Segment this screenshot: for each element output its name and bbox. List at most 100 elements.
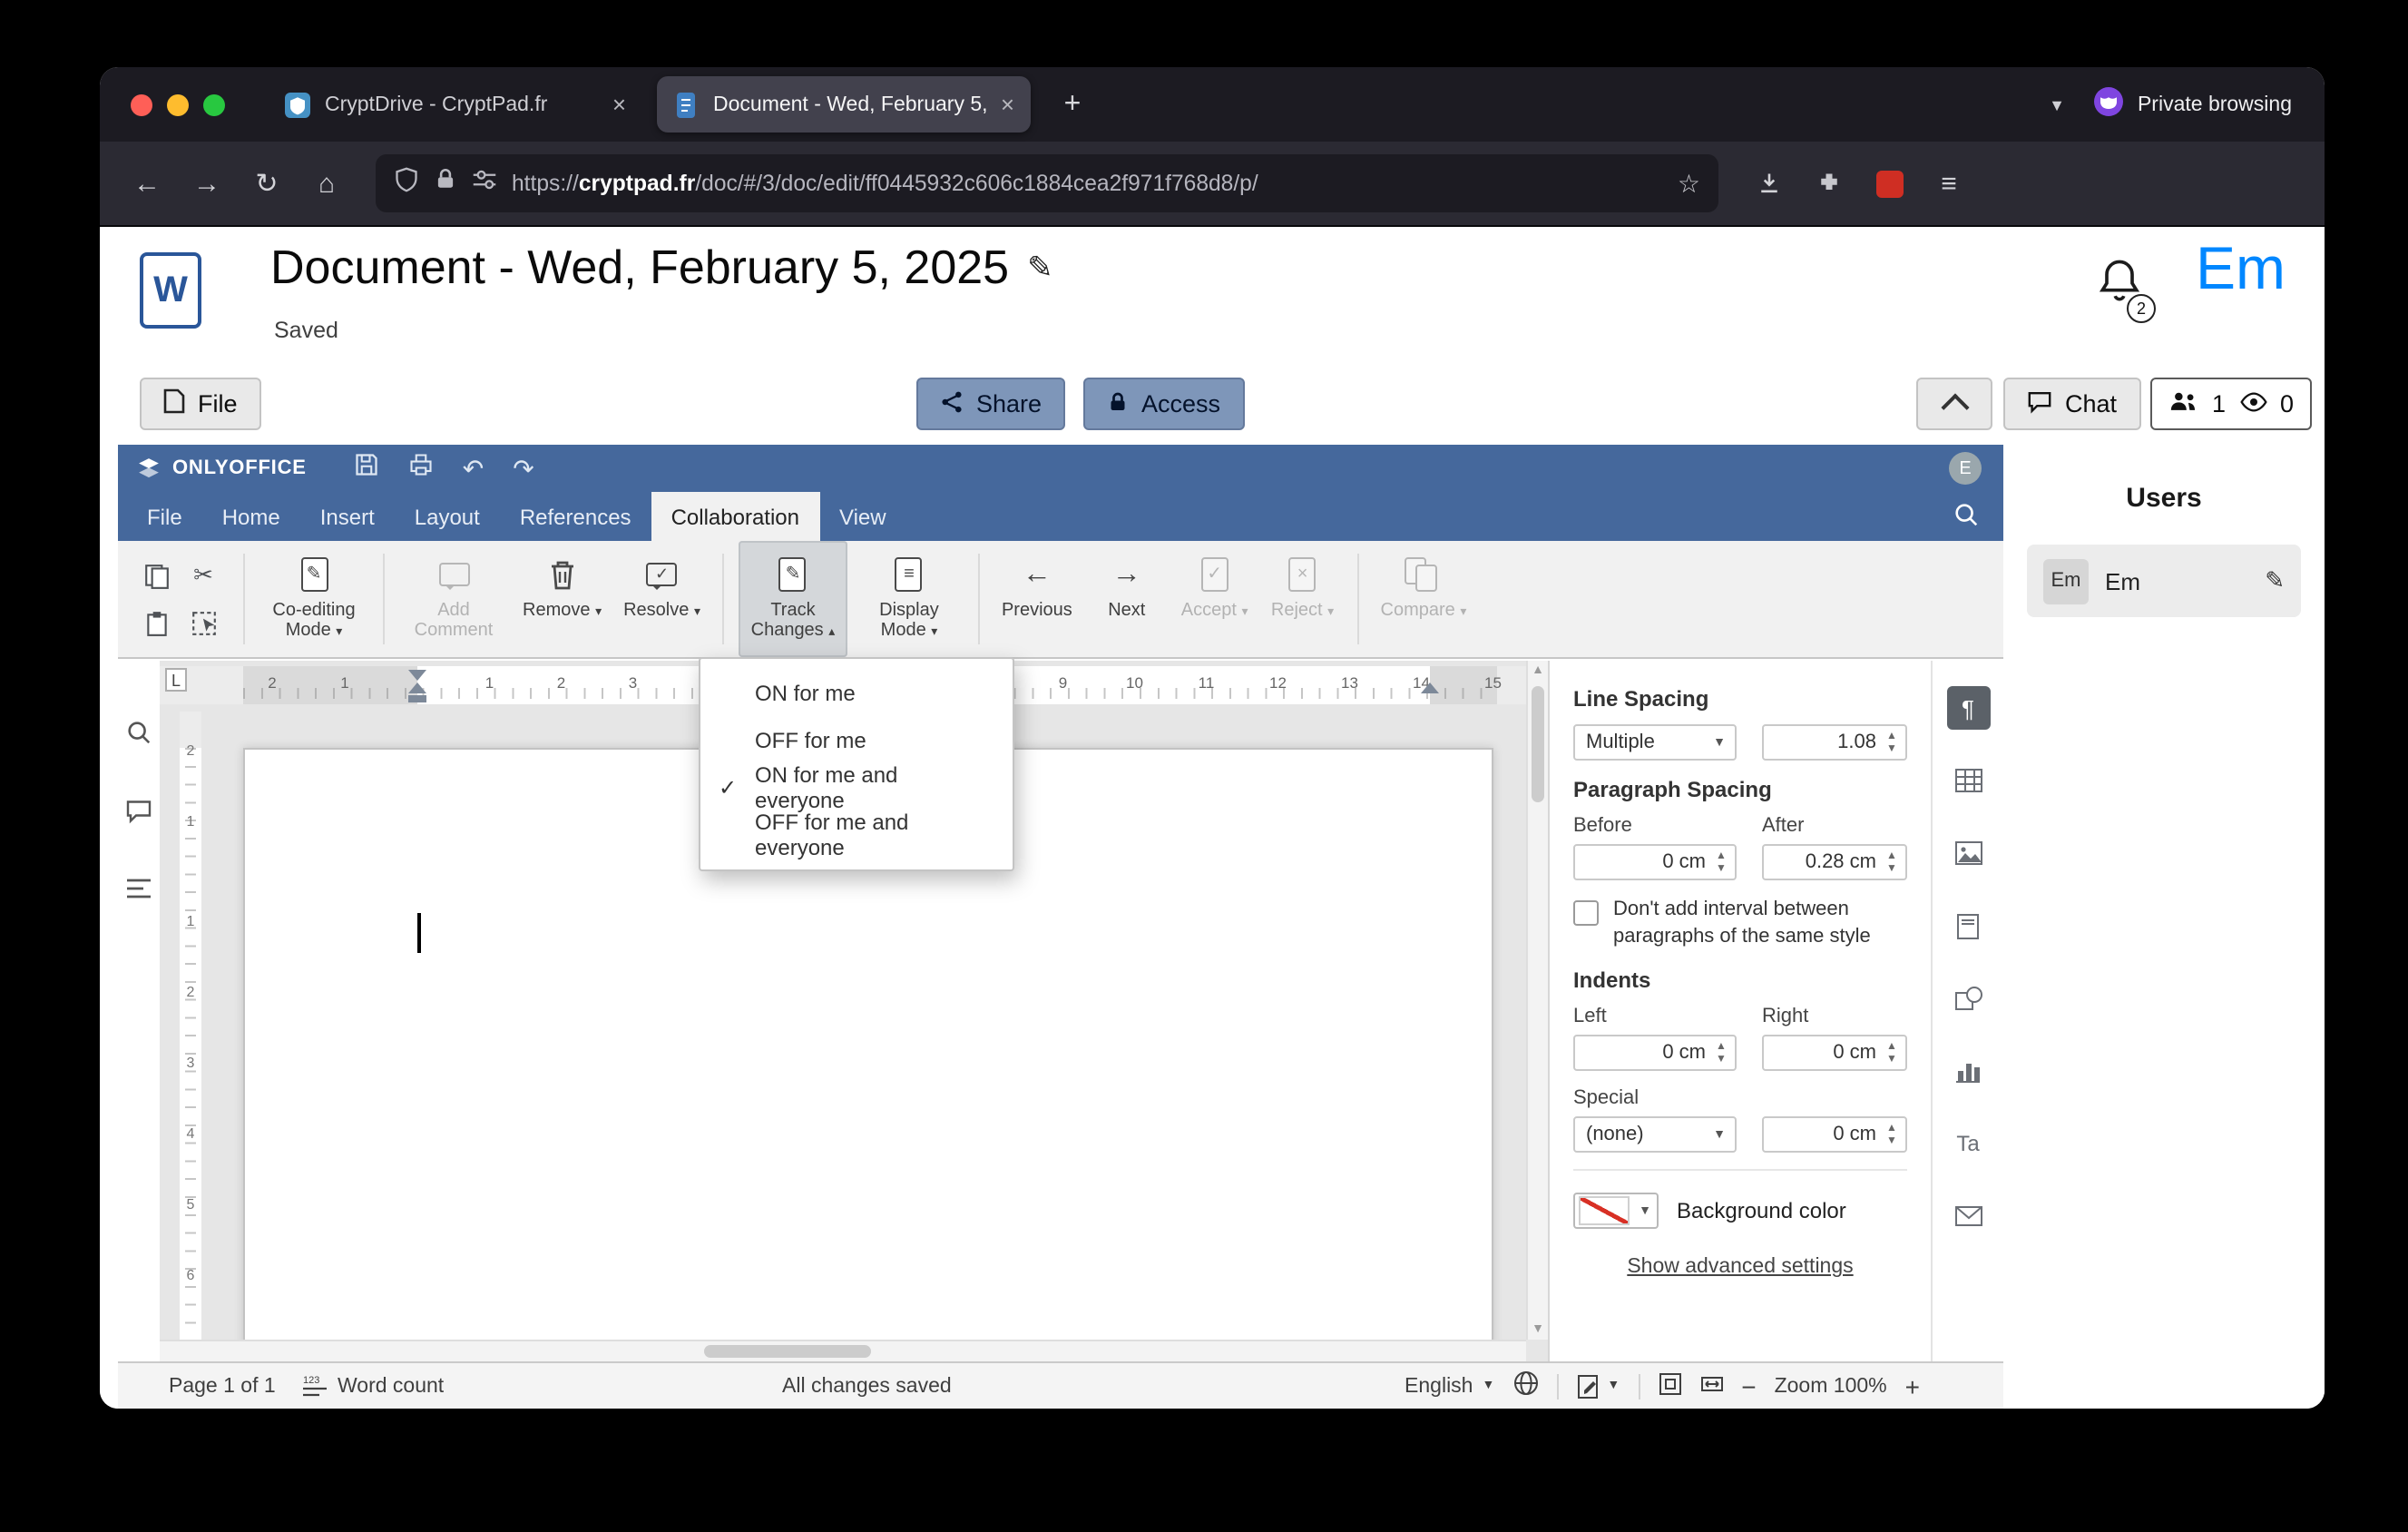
spinner-arrows-icon[interactable]: ▲ ▼: [1882, 846, 1902, 879]
spinner-arrows-icon[interactable]: ▲ ▼: [1882, 1036, 1902, 1069]
header-footer-settings-icon[interactable]: [1946, 904, 1990, 948]
edit-name-pencil-icon[interactable]: ✎: [2265, 566, 2285, 595]
spellcheck-globe-icon[interactable]: [1512, 1370, 1538, 1401]
downloads-button[interactable]: [1744, 158, 1795, 209]
paragraph-settings-icon[interactable]: ¶: [1946, 686, 1990, 730]
textart-settings-icon[interactable]: Ta: [1946, 1122, 1990, 1165]
track-changes-button[interactable]: ✎ Track Changes ▴: [738, 541, 847, 657]
spinner-arrows-icon[interactable]: ▲ ▼: [1711, 846, 1731, 879]
first-line-indent-marker[interactable]: [408, 670, 426, 681]
menu-hamburger-icon[interactable]: ≡: [1923, 158, 1974, 209]
scroll-up-icon[interactable]: ▲: [1528, 664, 1548, 677]
menu-tab[interactable]: Layout: [395, 492, 500, 541]
ublock-icon[interactable]: [1864, 158, 1914, 209]
background-color-picker[interactable]: ▼: [1573, 1193, 1659, 1229]
file-button[interactable]: File: [140, 378, 261, 430]
track-changes-menu-item[interactable]: ON for me and everyone: [700, 762, 1013, 813]
home-button[interactable]: ⌂: [301, 158, 352, 209]
right-indent-marker[interactable]: [1421, 683, 1439, 693]
navigation-icon[interactable]: [125, 877, 152, 909]
advanced-settings-link[interactable]: Show advanced settings: [1573, 1256, 1907, 1278]
collapse-toolbar-button[interactable]: [1916, 378, 1992, 430]
access-button[interactable]: Access: [1083, 378, 1245, 430]
scrollbar-thumb[interactable]: [704, 1345, 871, 1358]
close-tab-icon[interactable]: ×: [612, 91, 626, 118]
address-bar[interactable]: https://cryptpad.fr/doc/#/3/doc/edit/ff0…: [376, 154, 1718, 212]
previous-change-button[interactable]: ← Previous: [994, 541, 1080, 657]
user-count-button[interactable]: 1 0: [2150, 378, 2312, 430]
special-indent-amount-spinner[interactable]: 0 cm ▲ ▼: [1762, 1116, 1907, 1153]
list-tabs-chevron-icon[interactable]: ▼: [2049, 95, 2065, 113]
chart-settings-icon[interactable]: [1946, 1049, 1990, 1093]
save-icon[interactable]: [354, 451, 379, 486]
spinner-arrows-icon[interactable]: ▲ ▼: [1882, 1118, 1902, 1151]
redo-icon[interactable]: ↷: [513, 456, 533, 481]
back-button[interactable]: ←: [122, 158, 172, 209]
next-change-button[interactable]: → Next: [1087, 541, 1167, 657]
resolve-comment-button[interactable]: ✓ Resolve ▾: [616, 541, 708, 657]
connection-lock-icon[interactable]: [434, 167, 457, 200]
hanging-indent-marker[interactable]: [408, 683, 426, 693]
menu-tab[interactable]: References: [500, 492, 651, 541]
scrollbar-thumb[interactable]: [1532, 686, 1544, 802]
language-select[interactable]: English ▼: [1405, 1363, 1494, 1409]
menu-tab[interactable]: Collaboration: [651, 492, 819, 541]
tab-document[interactable]: Document - Wed, February 5, 2 ×: [657, 76, 1031, 133]
line-spacing-select[interactable]: Multiple ▼: [1573, 724, 1737, 761]
tab-cryptdrive[interactable]: CryptDrive - CryptPad.fr ×: [269, 76, 642, 133]
scroll-down-icon[interactable]: ▼: [1528, 1323, 1548, 1336]
spinner-arrows-icon[interactable]: ▲ ▼: [1711, 1036, 1731, 1069]
account-avatar[interactable]: Em: [2196, 234, 2286, 303]
paste-icon[interactable]: [140, 606, 172, 639]
close-window-button[interactable]: [131, 93, 152, 115]
chat-button[interactable]: Chat: [2003, 378, 2141, 430]
copy-icon[interactable]: [140, 559, 172, 592]
indent-right-spinner[interactable]: 0 cm ▲ ▼: [1762, 1035, 1907, 1071]
shape-settings-icon[interactable]: [1946, 977, 1990, 1020]
menu-tab[interactable]: File: [127, 492, 202, 541]
fit-width-icon[interactable]: [1699, 1371, 1723, 1400]
horizontal-scrollbar[interactable]: [160, 1340, 1526, 1361]
zoom-out-icon[interactable]: −: [1741, 1371, 1756, 1400]
cut-icon[interactable]: ✂: [187, 559, 220, 592]
track-changes-menu-item[interactable]: ON for me: [700, 670, 1013, 717]
print-icon[interactable]: [408, 451, 434, 486]
spacing-after-spinner[interactable]: 0.28 cm ▲ ▼: [1762, 844, 1907, 880]
notifications-button[interactable]: 2: [2096, 256, 2158, 323]
menu-tab[interactable]: View: [819, 492, 906, 541]
minimize-window-button[interactable]: [167, 93, 189, 115]
special-indent-select[interactable]: (none) ▼: [1573, 1116, 1737, 1153]
track-changes-toggle[interactable]: ▼: [1576, 1363, 1620, 1409]
spacing-before-spinner[interactable]: 0 cm ▲ ▼: [1573, 844, 1737, 880]
image-settings-icon[interactable]: [1946, 831, 1990, 875]
remove-comment-button[interactable]: Remove ▾: [515, 541, 609, 657]
find-icon[interactable]: [125, 719, 152, 755]
new-tab-button[interactable]: +: [1052, 88, 1092, 121]
track-changes-menu-item[interactable]: OFF for me: [700, 717, 1013, 764]
no-interval-checkbox[interactable]: [1573, 900, 1599, 926]
undo-icon[interactable]: ↶: [463, 456, 484, 481]
rename-pencil-icon[interactable]: ✎: [1027, 250, 1053, 286]
comments-icon[interactable]: [125, 799, 152, 833]
menu-tab[interactable]: Home: [202, 492, 300, 541]
close-tab-icon[interactable]: ×: [1001, 91, 1014, 118]
coediting-mode-button[interactable]: ✎ Co-editing Mode ▾: [259, 541, 368, 657]
word-count-button[interactable]: 123 Word count: [303, 1363, 444, 1409]
tab-stop-selector[interactable]: L: [165, 668, 187, 692]
spinner-arrows-icon[interactable]: ▲ ▼: [1882, 726, 1902, 759]
maximize-window-button[interactable]: [203, 93, 225, 115]
share-button[interactable]: Share: [916, 378, 1066, 430]
display-mode-button[interactable]: ≡ Display Mode ▾: [855, 541, 964, 657]
track-changes-menu-item[interactable]: OFF for me and everyone: [700, 810, 1013, 860]
mail-merge-settings-icon[interactable]: [1946, 1194, 1990, 1238]
menu-tab[interactable]: Insert: [300, 492, 395, 541]
left-indent-marker[interactable]: [408, 695, 426, 702]
tracking-shield-icon[interactable]: [394, 166, 419, 201]
fit-page-icon[interactable]: [1658, 1371, 1681, 1400]
select-all-icon[interactable]: [187, 606, 220, 639]
indent-left-spinner[interactable]: 0 cm ▲ ▼: [1573, 1035, 1737, 1071]
vertical-scrollbar[interactable]: ▲ ▼: [1526, 661, 1548, 1340]
permissions-icon[interactable]: [472, 166, 497, 201]
bookmark-star-icon[interactable]: ☆: [1678, 168, 1700, 199]
line-spacing-amount-spinner[interactable]: 1.08 ▲ ▼: [1762, 724, 1907, 761]
